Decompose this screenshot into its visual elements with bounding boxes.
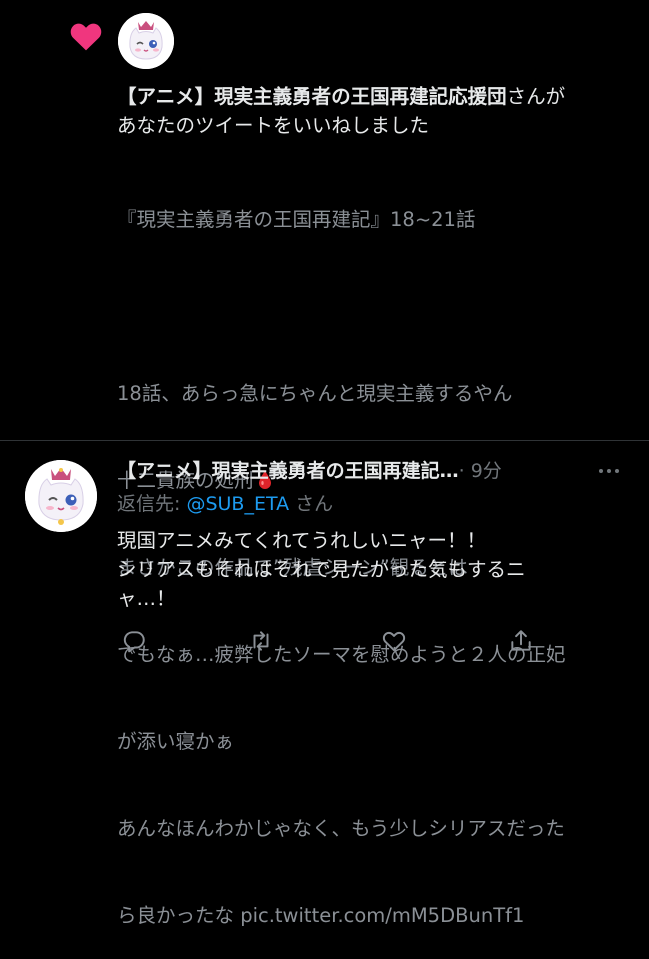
more-options-icon[interactable] bbox=[592, 458, 626, 484]
reply-tweet-line: 現国アニメみてくれてうれしいニャー！！ bbox=[117, 529, 486, 552]
liked-tweet-line: 18話、あらっ急にちゃんと現実主義するやん bbox=[117, 382, 513, 405]
heart-icon bbox=[70, 23, 102, 51]
liked-tweet-line: あんなほんわかじゃなく、もう少しシリアスだった bbox=[117, 817, 565, 840]
like-icon bbox=[382, 631, 406, 652]
reply-header[interactable]: 【アニメ】現実主義勇者の王国再建記…· 9分 bbox=[117, 458, 587, 484]
notification-action: さんが bbox=[506, 85, 566, 108]
reply-author-avatar[interactable] bbox=[25, 460, 97, 532]
divider bbox=[0, 440, 649, 441]
liker-name[interactable]: 【アニメ】現実主義勇者の王国再建記応援団 bbox=[117, 85, 507, 108]
liked-tweet-line: ら良かったな pic.twitter.com/mM5DBunTf1 bbox=[117, 904, 525, 927]
reply-to-suffix: さん bbox=[289, 493, 334, 515]
retweet-icon bbox=[253, 631, 269, 651]
reply-tweet-line: ャ…！ bbox=[117, 587, 176, 610]
retweet-button[interactable] bbox=[244, 624, 278, 658]
liked-tweet-line bbox=[117, 292, 637, 321]
liked-tweet-line: 『現実主義勇者の王国再建記』18~21話 bbox=[117, 208, 476, 231]
reply-tweet-text[interactable]: 現国アニメみてくれてうれしいニャー！！ シリアスもそれはそれで見たかった気もする… bbox=[117, 526, 627, 613]
reply-author-name[interactable]: 【アニメ】現実主義勇者の王国再建記… bbox=[117, 460, 459, 482]
reply-button[interactable] bbox=[117, 624, 151, 658]
like-button[interactable] bbox=[377, 624, 411, 658]
liked-tweet-line: が添い寝かぁ bbox=[117, 730, 235, 753]
reply-to-line: 返信先: @SUB_ETA さん bbox=[117, 491, 333, 517]
reply-to-prefix: 返信先: bbox=[117, 493, 187, 515]
cat-mascot-icon bbox=[118, 13, 174, 69]
tweet-actions bbox=[117, 624, 547, 658]
notification-description: あなたのツイートをいいねしました bbox=[117, 114, 430, 137]
reply-timestamp[interactable]: · 9分 bbox=[459, 460, 502, 482]
reply-icon bbox=[123, 631, 145, 653]
share-icon bbox=[511, 630, 531, 651]
reply-tweet-line: シリアスもそれはそれで見たかった気もするニ bbox=[117, 558, 526, 581]
share-button[interactable] bbox=[504, 624, 538, 658]
cat-mascot-icon bbox=[25, 460, 97, 532]
reply-to-handle[interactable]: @SUB_ETA bbox=[186, 493, 289, 515]
like-notification-text[interactable]: 【アニメ】現実主義勇者の王国再建記応援団さんが あなたのツイートをいいねしました bbox=[117, 82, 637, 140]
liker-avatar[interactable] bbox=[118, 13, 174, 69]
